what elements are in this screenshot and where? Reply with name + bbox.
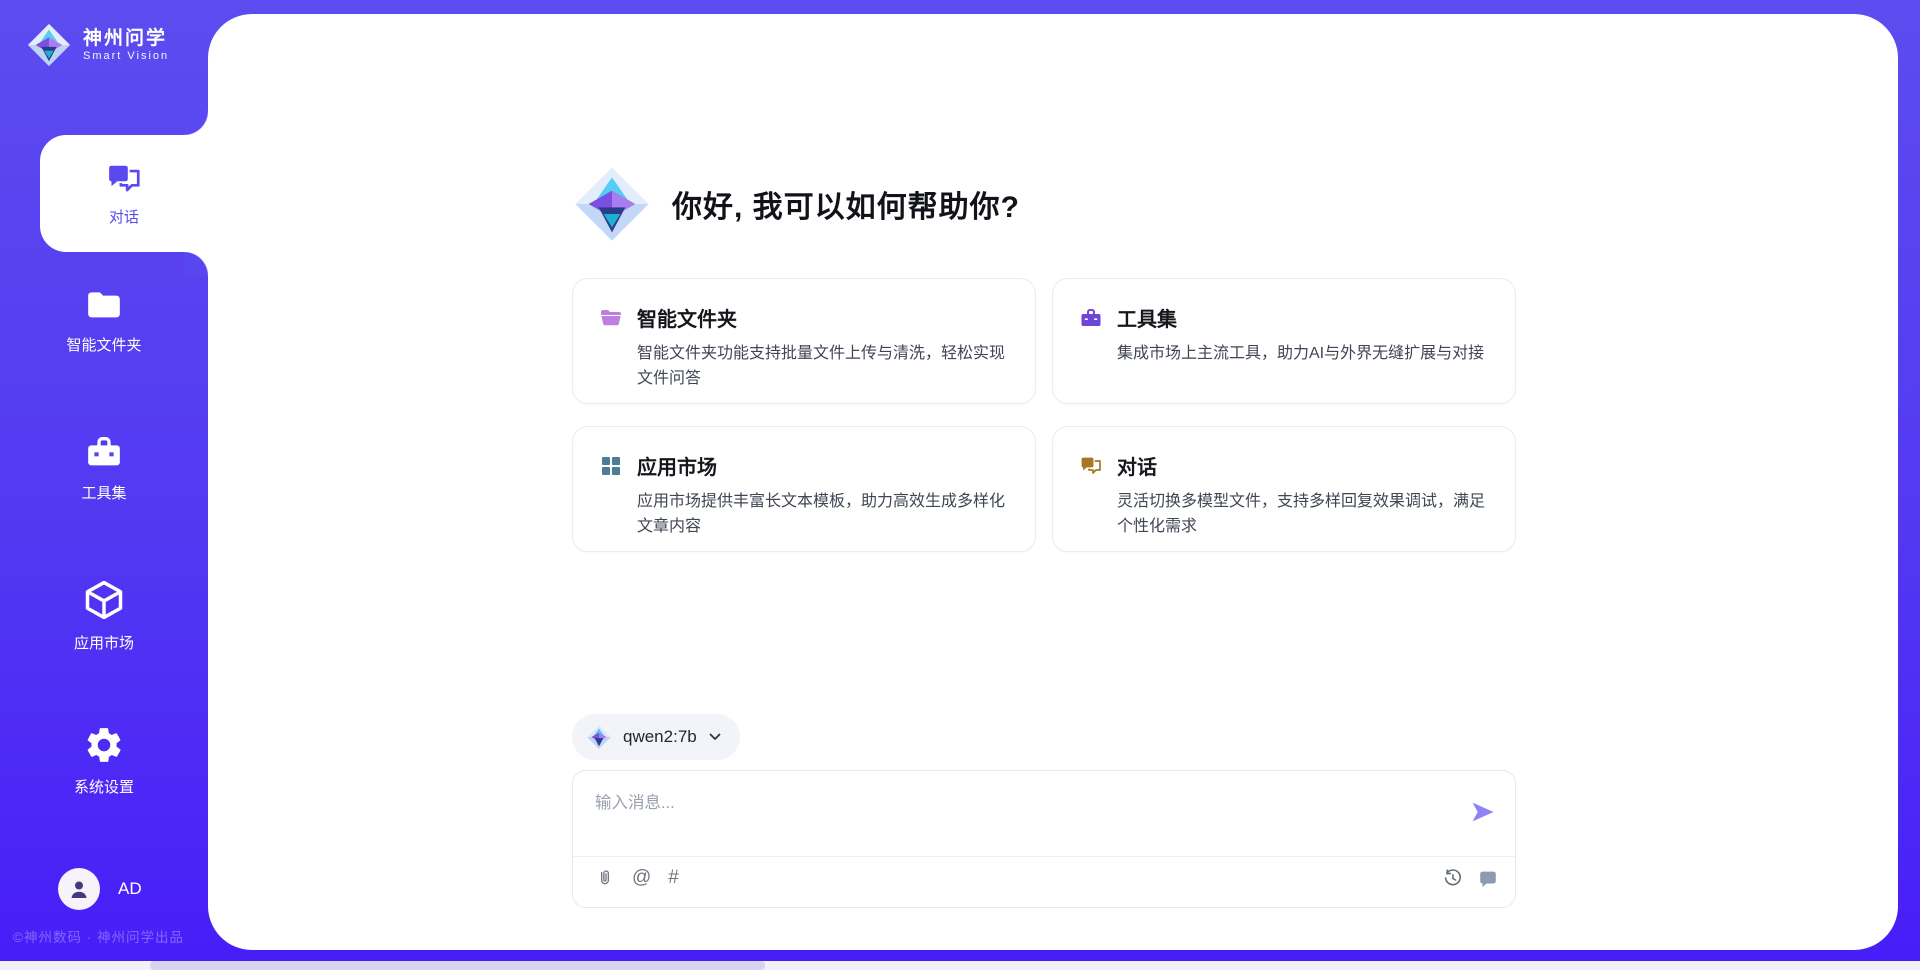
sidebar-item-chat[interactable]: 对话: [40, 135, 208, 252]
feature-cards: 智能文件夹 智能文件夹功能支持批量文件上传与清洗，轻松实现文件问答 工具集 集成…: [572, 278, 1516, 552]
card-description: 智能文件夹功能支持批量文件上传与清洗，轻松实现文件问答: [637, 342, 1009, 392]
chevron-down-icon: [708, 730, 722, 744]
sidebar-item-label: 应用市场: [74, 632, 134, 653]
card-title: 工具集: [1117, 303, 1177, 332]
user-initials: AD: [118, 879, 142, 899]
sidebar-item-label: 对话: [109, 206, 139, 227]
card-description: 灵活切换多模型文件，支持多样回复效果调试，满足个性化需求: [1117, 490, 1489, 540]
folder-icon: [84, 284, 124, 324]
person-icon: [67, 877, 91, 901]
card-title: 智能文件夹: [637, 303, 737, 332]
sidebar-item-smart-folder[interactable]: 智能文件夹: [0, 284, 208, 355]
folder-icon: [599, 306, 623, 330]
conversations-button[interactable]: [1477, 867, 1499, 889]
history-icon: [1441, 867, 1463, 889]
sidebar-item-settings[interactable]: 系统设置: [0, 724, 208, 797]
grid-icon: [599, 454, 623, 478]
copyright-footer: ©神州数码 · 神州问学出品: [13, 926, 184, 946]
brand-subtitle: Smart Vision: [83, 50, 169, 62]
greeting-block: 你好, 我可以如何帮助你?: [572, 162, 1020, 246]
model-name: qwen2:7b: [623, 727, 697, 747]
history-button[interactable]: [1441, 867, 1463, 889]
hash-icon[interactable]: #: [668, 867, 679, 889]
scrollbar-thumb[interactable]: [150, 961, 765, 970]
gear-icon: [83, 724, 125, 766]
avatar: [58, 868, 100, 910]
gem-logo-icon: [586, 724, 612, 750]
horizontal-scrollbar: [0, 961, 1920, 970]
cube-icon: [82, 578, 126, 622]
model-selector[interactable]: qwen2:7b: [572, 714, 740, 760]
at-sign-icon[interactable]: @: [632, 867, 651, 889]
card-chat[interactable]: 对话 灵活切换多模型文件，支持多样回复效果调试，满足个性化需求: [1052, 426, 1516, 552]
card-title: 应用市场: [637, 451, 717, 480]
card-description: 应用市场提供丰富长文本模板，助力高效生成多样化文章内容: [637, 490, 1009, 540]
paperclip-icon: [595, 867, 615, 889]
attach-file-button[interactable]: [595, 867, 615, 889]
sidebar-item-app-market[interactable]: 应用市场: [0, 578, 208, 653]
sidebar-item-label: 系统设置: [74, 776, 134, 797]
user-profile[interactable]: AD: [58, 868, 142, 910]
sidebar-item-label: 智能文件夹: [66, 334, 141, 355]
send-button[interactable]: [1469, 797, 1499, 827]
card-description: 集成市场上主流工具，助力AI与外界无缝扩展与对接: [1117, 342, 1489, 367]
app-logo: 神州问学 Smart Vision: [26, 22, 169, 68]
chat-bubble-icon: [1477, 867, 1499, 889]
card-smart-folder[interactable]: 智能文件夹 智能文件夹功能支持批量文件上传与清洗，轻松实现文件问答: [572, 278, 1036, 404]
message-composer: @ #: [572, 770, 1516, 908]
brand-name: 神州问学: [83, 28, 169, 50]
card-toolset[interactable]: 工具集 集成市场上主流工具，助力AI与外界无缝扩展与对接: [1052, 278, 1516, 404]
gem-logo-icon: [26, 22, 72, 68]
send-icon: [1469, 798, 1497, 826]
toolbox-icon: [1079, 306, 1103, 330]
toolbox-icon: [84, 432, 124, 472]
sidebar-item-label: 工具集: [81, 482, 126, 503]
chat-icon: [1079, 454, 1103, 478]
chat-icon: [105, 160, 143, 198]
greeting-title: 你好, 我可以如何帮助你?: [672, 182, 1020, 226]
card-title: 对话: [1117, 451, 1157, 480]
sidebar-item-toolset[interactable]: 工具集: [0, 432, 208, 503]
gem-logo-icon: [572, 162, 652, 246]
card-app-market[interactable]: 应用市场 应用市场提供丰富长文本模板，助力高效生成多样化文章内容: [572, 426, 1036, 552]
composer-divider: [573, 856, 1515, 857]
message-input[interactable]: [573, 771, 1515, 855]
